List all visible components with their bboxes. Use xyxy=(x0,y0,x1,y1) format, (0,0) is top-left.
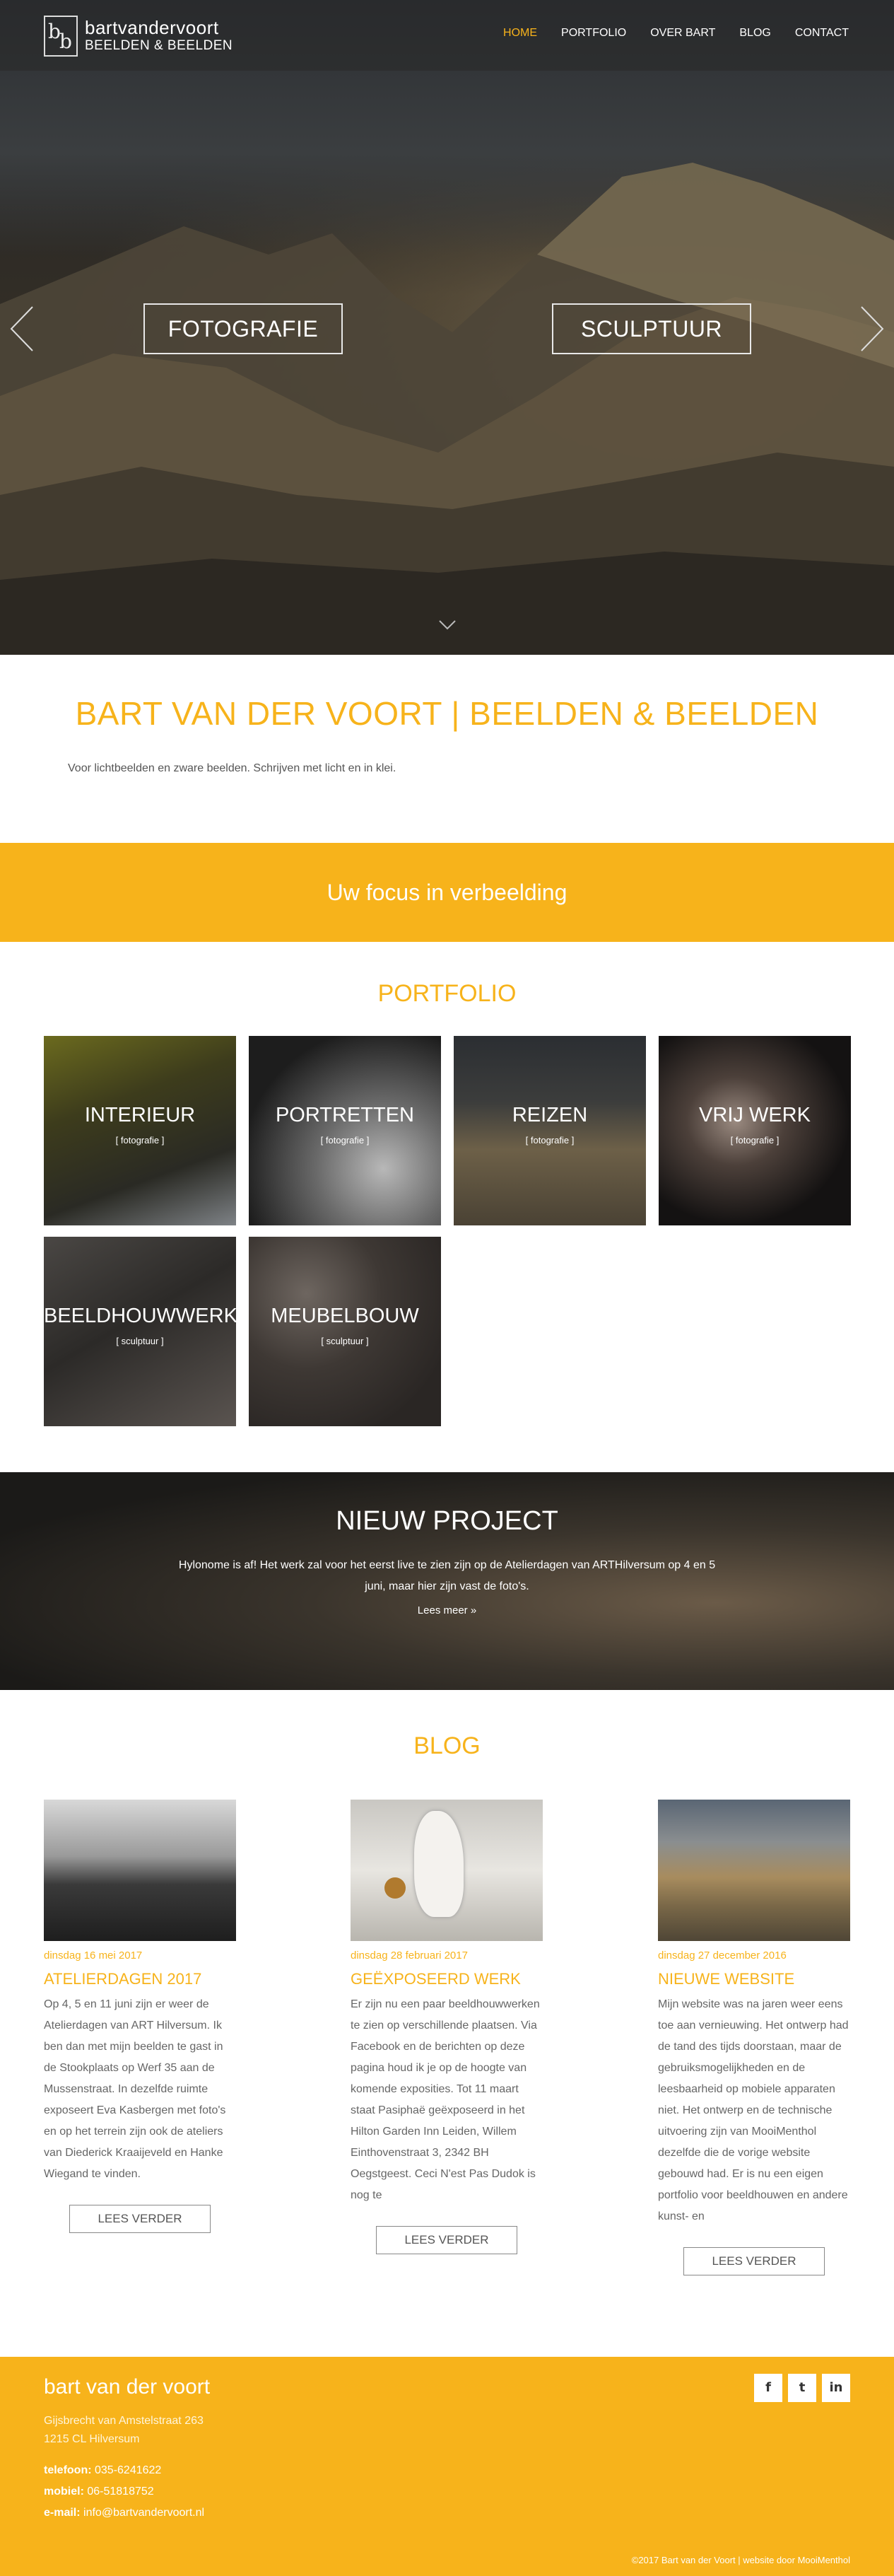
blog-post-date: dinsdag 16 mei 2017 xyxy=(44,1950,143,1962)
tagline-text: Uw focus in verbeelding xyxy=(327,880,567,905)
facebook-icon[interactable]: f xyxy=(754,2374,782,2402)
blog-post-image[interactable] xyxy=(658,1800,850,1941)
blog-section: BLOG dinsdag 16 mei 2017 ATELIERDAGEN 20… xyxy=(0,1690,894,2357)
project-text: Hylonome is af! Het werk zal voor het ee… xyxy=(178,1559,716,1592)
blog-post-date: dinsdag 28 februari 2017 xyxy=(351,1950,468,1962)
portfolio-tile-interieur[interactable]: INTERIEUR [ fotografie ] xyxy=(44,1036,236,1225)
tile-title: BEELDHOUWWERK xyxy=(44,1305,236,1327)
tile-title: MEUBELBOUW xyxy=(271,1305,419,1327)
chevron-right-icon[interactable] xyxy=(856,304,887,354)
tile-category: [ fotografie ] xyxy=(730,1135,780,1146)
footer-address: Gijsbrecht van Amstelstraat 263 1215 CL … xyxy=(44,2412,204,2449)
read-more-button[interactable]: LEES VERDER xyxy=(376,2226,517,2254)
portfolio-tile-meubelbouw[interactable]: MEUBELBOUW [ sculptuur ] xyxy=(249,1237,441,1426)
tile-title: PORTRETTEN xyxy=(275,1104,415,1126)
blog-post-title[interactable]: GEËXPOSEERD WERK xyxy=(351,1970,543,1988)
footer-name: bart van der voort xyxy=(44,2375,211,2399)
tile-category: [ fotografie ] xyxy=(320,1135,370,1146)
blog-post: dinsdag 16 mei 2017 ATELIERDAGEN 2017 Op… xyxy=(44,1800,236,2233)
logo-line-2: BEELDEN & BEELDEN xyxy=(85,38,233,53)
footer-street: Gijsbrecht van Amstelstraat 263 xyxy=(44,2415,204,2427)
blog-post: dinsdag 28 februari 2017 GEËXPOSEERD WER… xyxy=(351,1800,543,2254)
page: b b bartvandervoort BEELDEN & BEELDEN HO… xyxy=(0,0,894,2576)
portfolio-tile-portretten[interactable]: PORTRETTEN [ fotografie ] xyxy=(249,1036,441,1225)
portfolio-section: PORTFOLIO INTERIEUR [ fotografie ] PORTR… xyxy=(0,942,894,1472)
chevron-left-icon[interactable] xyxy=(7,304,38,354)
tile-category: [ sculptuur ] xyxy=(116,1336,164,1346)
portfolio-grid: INTERIEUR [ fotografie ] PORTRETTEN [ fo… xyxy=(0,1036,894,1432)
blog-post-excerpt: Er zijn nu een paar beeldhouwwerken te z… xyxy=(351,1998,540,2201)
top-navigation-bar: b b bartvandervoort BEELDEN & BEELDEN HO… xyxy=(0,0,894,71)
portfolio-tile-vrij-werk[interactable]: VRIJ WERK [ fotografie ] xyxy=(659,1036,851,1225)
site-logo[interactable]: b b bartvandervoort BEELDEN & BEELDEN xyxy=(44,16,233,57)
phone-label: telefoon: xyxy=(44,2464,92,2476)
nav-home[interactable]: HOME xyxy=(503,27,537,40)
blog-post: dinsdag 27 december 2016 NIEUWE WEBSITE … xyxy=(658,1800,850,2275)
portfolio-title: PORTFOLIO xyxy=(377,980,517,1007)
read-more-button[interactable]: LEES VERDER xyxy=(683,2247,825,2275)
blog-post-title[interactable]: ATELIERDAGEN 2017 xyxy=(44,1970,236,1988)
tile-category: [ fotografie ] xyxy=(115,1135,165,1146)
chevron-down-icon[interactable] xyxy=(438,619,457,631)
phone-value[interactable]: 035-6241622 xyxy=(95,2464,161,2476)
tile-title: REIZEN xyxy=(512,1104,588,1126)
new-project-section: NIEUW PROJECT Hylonome is af! Het werk z… xyxy=(0,1472,894,1690)
logo-line-1: bartvandervoort xyxy=(85,17,219,38)
hero-section: b b bartvandervoort BEELDEN & BEELDEN HO… xyxy=(0,0,894,655)
sculptuur-button[interactable]: SCULPTUUR xyxy=(552,303,751,354)
blog-post-title[interactable]: NIEUWE WEBSITE xyxy=(658,1970,850,1988)
site-footer: bart van der voort Gijsbrecht van Amstel… xyxy=(0,2357,894,2576)
fotografie-button[interactable]: FOTOGRAFIE xyxy=(143,303,343,354)
tagline-banner: Uw focus in verbeelding xyxy=(0,843,894,942)
social-links: f t in xyxy=(754,2374,850,2402)
logo-mark-icon: b b xyxy=(44,16,78,57)
intro-text: Voor lichtbeelden en zware beelden. Schr… xyxy=(68,762,396,774)
portfolio-tile-reizen[interactable]: REIZEN [ fotografie ] xyxy=(454,1036,646,1225)
blog-post-excerpt: Mijn website was na jaren weer eens toe … xyxy=(658,1998,849,2222)
tile-category: [ sculptuur ] xyxy=(321,1336,369,1346)
blog-post-image[interactable] xyxy=(351,1800,543,1941)
main-nav: HOME PORTFOLIO OVER BART BLOG CONTACT xyxy=(503,27,849,40)
nav-contact[interactable]: CONTACT xyxy=(795,27,849,40)
hero-landscape xyxy=(0,163,894,655)
nav-portfolio[interactable]: PORTFOLIO xyxy=(561,27,626,40)
nav-blog[interactable]: BLOG xyxy=(739,27,770,40)
footer-city: 1215 CL Hilversum xyxy=(44,2433,140,2445)
mobile-label: mobiel: xyxy=(44,2485,84,2498)
blog-post-image[interactable] xyxy=(44,1800,236,1941)
footer-contact: telefoon: 035-6241622 mobiel: 06-5181875… xyxy=(44,2460,204,2524)
tile-title: INTERIEUR xyxy=(84,1104,196,1126)
read-more-button[interactable]: LEES VERDER xyxy=(69,2205,211,2233)
read-more-link[interactable]: Lees meer » xyxy=(0,1604,894,1616)
tile-category: [ fotografie ] xyxy=(525,1135,575,1146)
blog-post-excerpt: Op 4, 5 en 11 juni zijn er weer de Ateli… xyxy=(44,1998,226,2180)
blog-title: BLOG xyxy=(413,1732,481,1759)
portfolio-tile-beeldhouwwerk[interactable]: BEELDHOUWWERK [ sculptuur ] xyxy=(44,1237,236,1426)
copyright-text: ©2017 Bart van der Voort | website door … xyxy=(631,2555,850,2565)
project-title: NIEUW PROJECT xyxy=(336,1506,558,1536)
nav-over-bart[interactable]: OVER BART xyxy=(650,27,715,40)
blog-post-date: dinsdag 27 december 2016 xyxy=(658,1950,787,1962)
intro-section: BART VAN DER VOORT | BEELDEN & BEELDEN V… xyxy=(0,655,894,843)
linkedin-icon[interactable]: in xyxy=(822,2374,850,2402)
mobile-value[interactable]: 06-51818752 xyxy=(87,2485,153,2498)
email-label: e-mail: xyxy=(44,2507,81,2519)
tile-title: VRIJ WERK xyxy=(699,1104,811,1126)
twitter-icon[interactable]: t xyxy=(788,2374,816,2402)
email-link[interactable]: info@bartvandervoort.nl xyxy=(83,2507,204,2519)
page-title: BART VAN DER VOORT | BEELDEN & BEELDEN xyxy=(75,695,819,732)
